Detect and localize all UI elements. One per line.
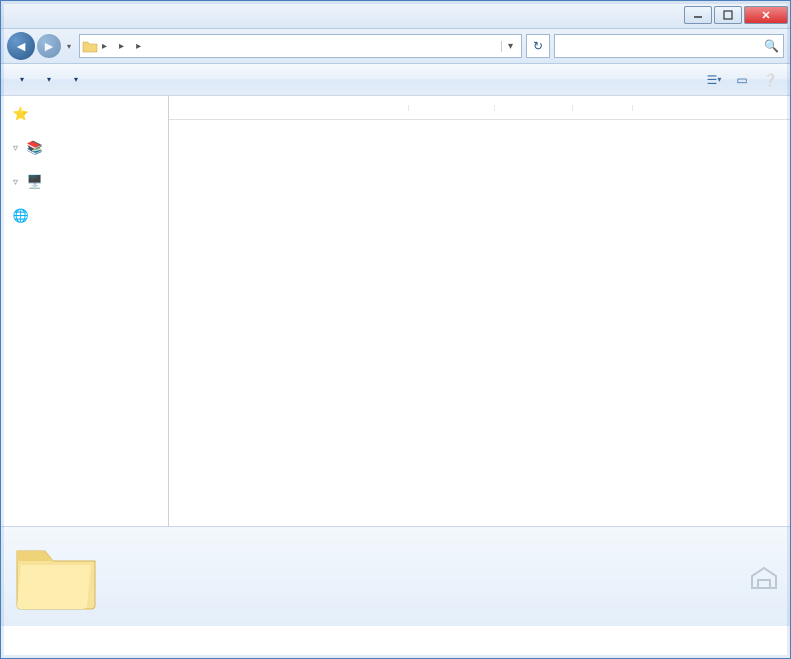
- preview-pane-button[interactable]: ▭: [730, 68, 754, 92]
- share-button[interactable]: ▾: [63, 71, 86, 88]
- chevron-right-icon: ▸: [119, 41, 124, 52]
- file-pane: [169, 96, 790, 526]
- help-button[interactable]: ❔: [758, 68, 782, 92]
- folder-icon: [82, 38, 98, 54]
- col-name[interactable]: [183, 105, 409, 111]
- search-input[interactable]: [559, 39, 764, 53]
- search-box[interactable]: 🔍: [554, 34, 784, 58]
- view-button[interactable]: ☰ ▾: [702, 68, 726, 92]
- titlebar: [1, 1, 790, 29]
- col-type[interactable]: [495, 105, 573, 111]
- col-size[interactable]: [573, 105, 633, 111]
- file-list[interactable]: [169, 120, 790, 526]
- nav-arrows: ◄ ► ▾: [7, 32, 75, 60]
- network-icon: 🌐: [13, 208, 29, 224]
- nav-forward-button[interactable]: ►: [37, 34, 61, 58]
- chevron-right-icon: ▸: [102, 41, 107, 52]
- toolbar: ▾ ▾ ▾ ☰ ▾ ▭ ❔: [1, 64, 790, 96]
- navigation-sidebar[interactable]: ⭐ ▿ 📚 ▿ 🖥️ 🌐: [1, 96, 169, 526]
- watermark: [750, 566, 782, 590]
- col-date[interactable]: [409, 105, 495, 111]
- library-icon: 📚: [27, 140, 43, 156]
- search-icon[interactable]: 🔍: [764, 39, 779, 53]
- close-button[interactable]: [744, 6, 788, 24]
- star-icon: ⭐: [13, 106, 29, 122]
- refresh-button[interactable]: ↻: [526, 34, 550, 58]
- collapse-icon: ▿: [13, 143, 23, 154]
- nav-back-button[interactable]: ◄: [7, 32, 35, 60]
- content-area: ⭐ ▿ 📚 ▿ 🖥️ 🌐: [1, 96, 790, 526]
- navbar: ◄ ► ▾ ▸ ▸ ▸ ▾ ↻ 🔍: [1, 29, 790, 64]
- address-bar[interactable]: ▸ ▸ ▸ ▾: [79, 34, 522, 58]
- address-dropdown[interactable]: ▾: [501, 41, 519, 52]
- chevron-right-icon: ▸: [136, 41, 141, 52]
- folder-preview-icon: [11, 533, 101, 613]
- libraries-header[interactable]: ▿ 📚: [1, 138, 168, 158]
- computer-header[interactable]: ▿ 🖥️: [1, 172, 168, 192]
- collapse-icon: ▿: [13, 177, 23, 188]
- column-headers[interactable]: [169, 96, 790, 120]
- organize-button[interactable]: ▾: [9, 71, 32, 88]
- status-bar: [1, 526, 790, 626]
- network-header[interactable]: 🌐: [1, 206, 168, 226]
- minimize-button[interactable]: [684, 6, 712, 24]
- include-library-button[interactable]: ▾: [36, 71, 59, 88]
- computer-icon: 🖥️: [27, 174, 43, 190]
- favorites-header[interactable]: ⭐: [1, 104, 168, 124]
- maximize-button[interactable]: [714, 6, 742, 24]
- nav-history-dropdown[interactable]: ▾: [63, 42, 75, 51]
- new-folder-button[interactable]: [90, 76, 106, 84]
